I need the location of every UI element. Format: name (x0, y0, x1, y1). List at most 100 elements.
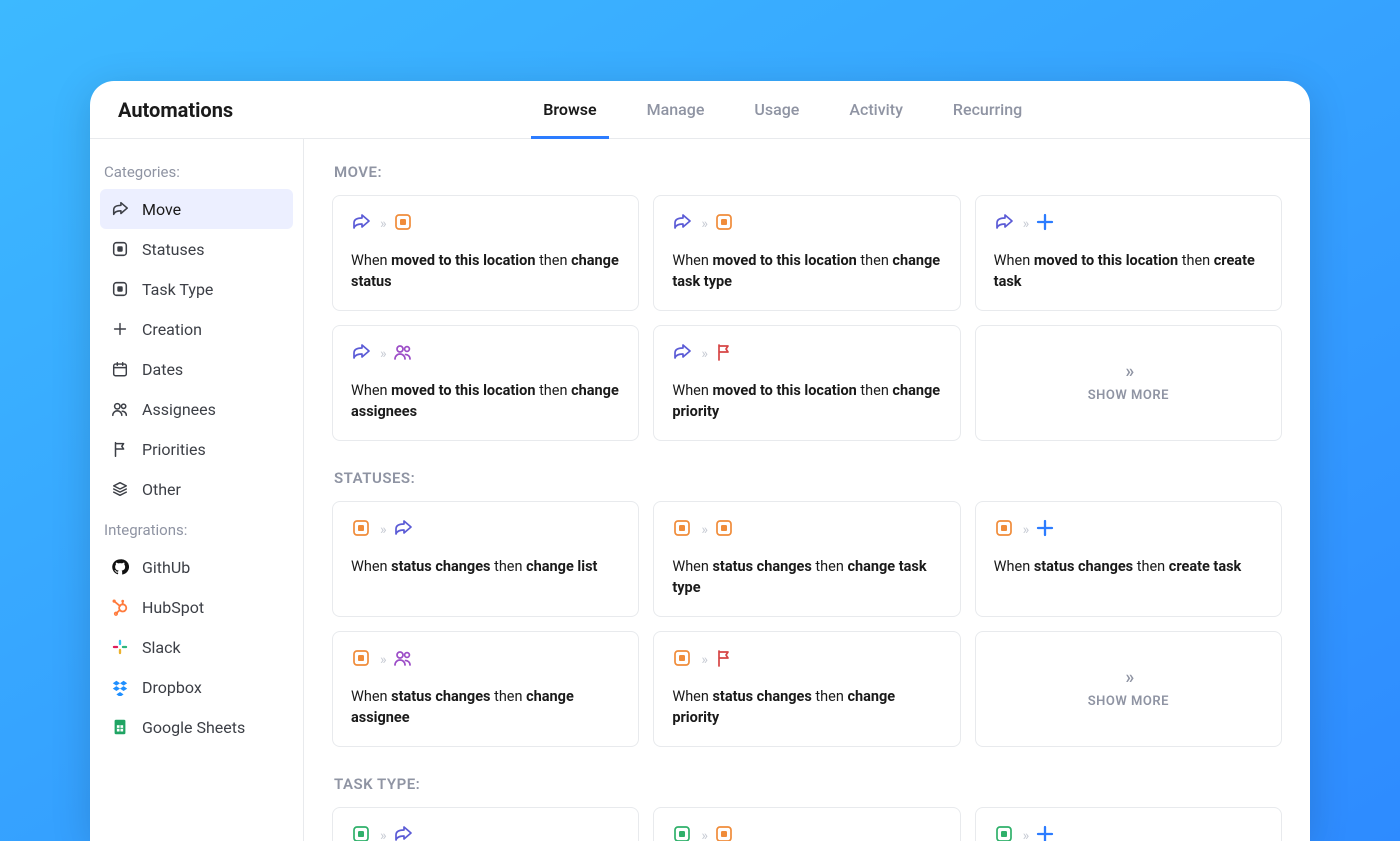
card-icon-row: » (672, 824, 941, 841)
tab-activity[interactable]: Activity (849, 81, 903, 138)
assignees-purple-icon (393, 342, 413, 366)
tab-usage[interactable]: Usage (754, 81, 799, 138)
status-orange-icon (672, 518, 692, 542)
card-icon-row: » (672, 518, 941, 542)
card-description: When moved to this location then change … (351, 250, 620, 292)
plus-thin-icon (110, 319, 130, 339)
status-green-icon (351, 824, 371, 841)
chevron-right-icon: » (380, 216, 384, 232)
card-icon-row: » (672, 342, 941, 366)
card-icon-row: » (994, 824, 1263, 841)
chevron-right-icon: » (1125, 667, 1131, 688)
sidebar-item-task-type[interactable]: Task Type (100, 269, 293, 309)
gsheets-icon (110, 717, 130, 737)
status-orange-icon (714, 824, 734, 841)
automation-grid: » When moved to this location then change… (332, 195, 1282, 441)
status-orange-icon (714, 212, 734, 236)
automation-card[interactable]: »When status changes then change list (332, 501, 639, 617)
sidebar: Categories: Move Statuses Task Type Creatio… (90, 139, 304, 841)
forward-violet-icon (672, 342, 692, 366)
card-icon-row: » (351, 824, 620, 841)
sidebar-integration-dropbox[interactable]: Dropbox (100, 667, 293, 707)
chevron-right-icon: » (701, 652, 705, 668)
automation-card[interactable]: » When moved to this location then change… (653, 325, 960, 441)
sidebar-item-label: GithUb (142, 558, 190, 577)
automation-card[interactable]: »When status changes then change task ty… (653, 501, 960, 617)
body: Categories: Move Statuses Task Type Creatio… (90, 139, 1310, 841)
github-icon (110, 557, 130, 577)
forward-violet-icon (393, 824, 413, 841)
chevron-right-icon: » (1023, 828, 1027, 841)
card-icon-row: » (994, 212, 1263, 236)
sidebar-item-statuses[interactable]: Statuses (100, 229, 293, 269)
show-more-label: SHOW MORE (1088, 694, 1169, 709)
tab-manage[interactable]: Manage (647, 81, 705, 138)
sidebar-item-other[interactable]: Other (100, 469, 293, 509)
chevron-right-icon: » (380, 346, 384, 362)
automation-card[interactable]: »When status changes then change assigne… (332, 631, 639, 747)
tabs: Browse Manage Usage Activity Recurring (543, 81, 1022, 138)
automation-card[interactable]: »When moved to this location then change… (332, 325, 639, 441)
status-icon (110, 239, 130, 259)
sidebar-item-label: Priorities (142, 440, 206, 459)
flag-icon (110, 439, 130, 459)
show-more-button[interactable]: » SHOW MORE (975, 631, 1282, 747)
forward-violet-icon (994, 212, 1014, 236)
topbar: Automations Browse Manage Usage Activity… (90, 81, 1310, 139)
section-title: TASK TYPE: (334, 775, 1282, 793)
section-title: STATUSES: (334, 469, 1282, 487)
automation-card[interactable]: »When task type changes then create task (975, 807, 1282, 841)
automation-card[interactable]: » When moved to this location then change… (653, 195, 960, 311)
categories-label: Categories: (104, 163, 293, 181)
automation-card[interactable]: »When task type changes then change list (332, 807, 639, 841)
forward-icon (110, 199, 130, 219)
sidebar-item-label: Dates (142, 360, 183, 379)
card-icon-row: » (672, 212, 941, 236)
dropbox-icon (110, 677, 130, 697)
sidebar-item-label: Assignees (142, 400, 216, 419)
app-window: Automations Browse Manage Usage Activity… (90, 81, 1310, 841)
status-orange-icon (393, 212, 413, 236)
status-orange-icon (994, 518, 1014, 542)
automation-card[interactable]: »When moved to this location then create… (975, 195, 1282, 311)
card-icon-row: » (351, 212, 620, 236)
automation-card[interactable]: »When task type changes then change (653, 807, 960, 841)
card-description: When moved to this location then change … (672, 250, 941, 292)
sidebar-item-label: Dropbox (142, 678, 202, 697)
sidebar-item-label: Task Type (142, 280, 213, 299)
chevron-right-icon: » (1125, 361, 1131, 382)
tab-recurring[interactable]: Recurring (953, 81, 1022, 138)
chevron-right-icon: » (701, 216, 705, 232)
sidebar-integration-github[interactable]: GithUb (100, 547, 293, 587)
tab-browse[interactable]: Browse (543, 81, 596, 138)
chevron-right-icon: » (701, 828, 705, 841)
forward-violet-icon (351, 212, 371, 236)
automation-card[interactable]: »When status changes then change priorit… (653, 631, 960, 747)
chevron-right-icon: » (380, 828, 384, 841)
forward-violet-icon (393, 518, 413, 542)
assignees-icon (110, 399, 130, 419)
card-icon-row: » (994, 518, 1263, 542)
sidebar-integration-slack[interactable]: Slack (100, 627, 293, 667)
sidebar-item-priorities[interactable]: Priorities (100, 429, 293, 469)
main-content[interactable]: MOVE:»When moved to this location then c… (304, 139, 1310, 841)
card-icon-row: » (672, 648, 941, 672)
sidebar-integration-hubspot[interactable]: HubSpot (100, 587, 293, 627)
automation-card[interactable]: »When status changes then create task (975, 501, 1282, 617)
sidebar-item-label: Statuses (142, 240, 205, 259)
sidebar-item-move[interactable]: Move (100, 189, 293, 229)
chevron-right-icon: » (701, 346, 705, 362)
sidebar-item-label: HubSpot (142, 598, 204, 617)
sidebar-integration-google-sheets[interactable]: Google Sheets (100, 707, 293, 747)
show-more-button[interactable]: »SHOW MORE (975, 325, 1282, 441)
status-green-icon (994, 824, 1014, 841)
sidebar-item-label: Creation (142, 320, 202, 339)
section-title: MOVE: (334, 163, 1282, 181)
sidebar-item-label: Other (142, 480, 181, 499)
automation-card[interactable]: » When moved to this location then change… (332, 195, 639, 311)
forward-violet-icon (672, 212, 692, 236)
sidebar-item-dates[interactable]: Dates (100, 349, 293, 389)
sidebar-item-creation[interactable]: Creation (100, 309, 293, 349)
card-description: When moved to this location then change … (672, 380, 941, 422)
sidebar-item-assignees[interactable]: Assignees (100, 389, 293, 429)
